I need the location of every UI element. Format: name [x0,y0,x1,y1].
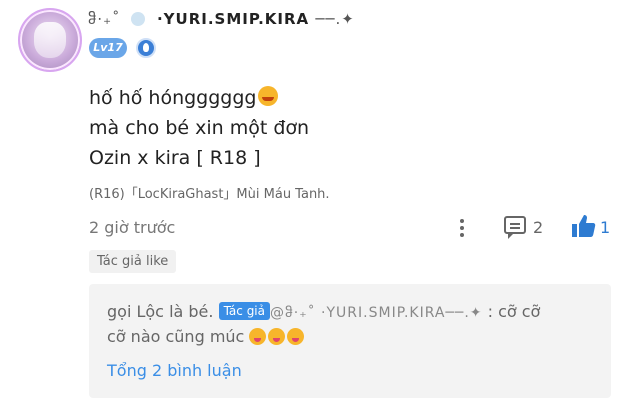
comment-icon[interactable] [504,216,526,239]
smiling-face-hearts-icon [258,86,279,106]
more-vertical-icon[interactable] [455,217,469,239]
username-main: ·YURI.SMIP.KIRA [156,10,310,28]
comment-line-1: hố hố hóngggggg [89,87,257,109]
reply-text: gọi Lộc là bé. Tác giả @ჵ⋅₊˚ ·YURI.SMIP.K… [107,300,597,349]
moon-icon [130,12,145,26]
avatar[interactable] [18,8,82,72]
author-tag: Tác giả [218,302,270,320]
comment-line-2: mà cho bé xin một đơn [89,117,310,139]
reply-mention[interactable]: @ჵ⋅₊˚ ·YURI.SMIP.KIRA──.✦ [270,305,483,321]
comment-time: 2 giờ trước [89,218,176,237]
reply-text-part1: : cỡ cỡ [482,302,541,321]
comment-line-3: Ozin x kira [ R18 ] [89,147,261,169]
thumbs-up-icon[interactable] [570,213,596,239]
comment-body: hố hố hóngggggg mà cho bé xin một đơn Oz… [89,83,309,173]
story-reference-link[interactable]: (R16)「LocKiraGhast」Mùi Máu Tanh. [89,183,330,202]
reply-author[interactable]: gọi Lộc là bé. [107,302,213,321]
username-prefix: ჵ⋅₊˚ [88,10,121,28]
yum-face-icon [268,328,286,345]
yum-face-icon [287,328,305,345]
level-badge: Lv17 [89,38,127,58]
username[interactable]: ჵ⋅₊˚ ·YURI.SMIP.KIRA ──.✦ [88,10,355,28]
verified-badge-icon [136,38,156,58]
reply-preview[interactable]: gọi Lộc là bé. Tác giả @ჵ⋅₊˚ ·YURI.SMIP.K… [89,284,611,398]
yum-face-icon [249,328,267,345]
author-liked-tag: Tác giả like [89,250,177,273]
reply-count: 2 [533,218,544,237]
like-count: 1 [600,218,611,237]
reply-text-line2: cỡ nào cũng múc [107,327,245,346]
view-all-replies-link[interactable]: Tổng 2 bình luận [107,361,242,380]
username-suffix: ──.✦ [315,10,355,28]
